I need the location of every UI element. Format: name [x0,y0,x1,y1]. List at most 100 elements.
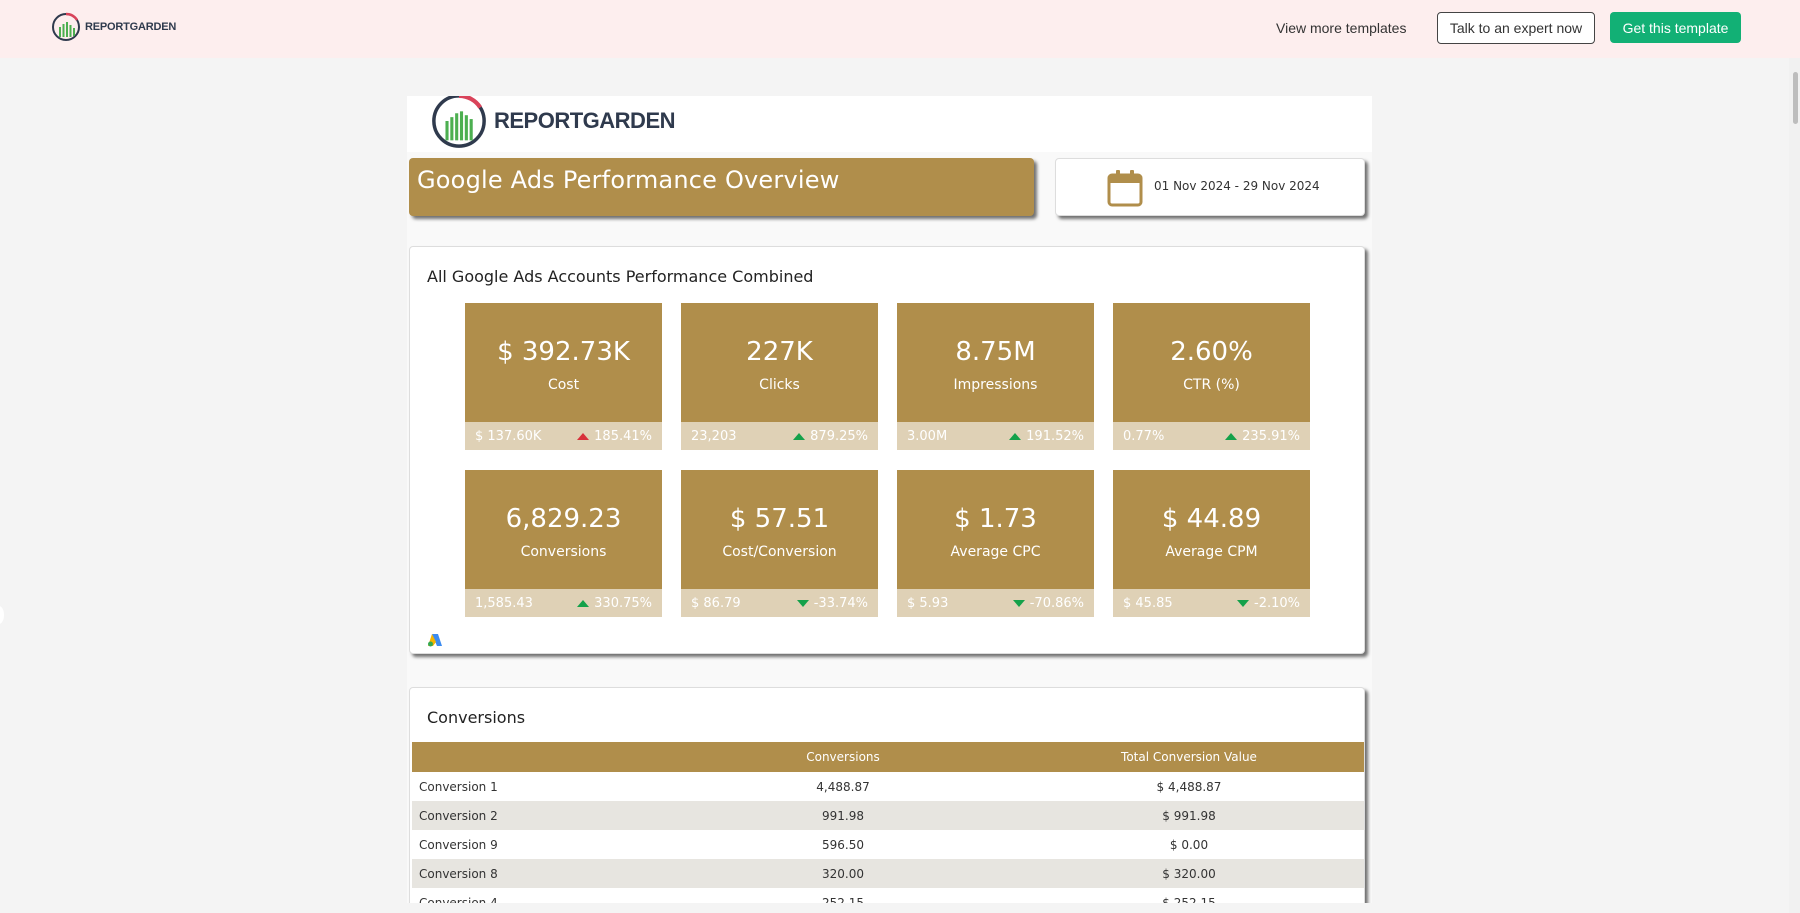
reportgarden-logo-icon [432,96,486,148]
report-title-box: Google Ads Performance Overview [409,158,1034,216]
report-canvas: REPORTGARDEN Google Ads Performance Over… [407,96,1372,903]
table-row: Conversion 4 252.15 $ 252.15 [412,888,1364,904]
report-title: Google Ads Performance Overview [417,166,840,194]
kpi-previous-value: $ 5.93 [907,596,949,611]
kpi-tile: $ 57.51 Cost/Conversion $ 86.79 -33.74% [681,470,878,617]
kpi-comparison: 23,203 879.25% [681,422,878,450]
conversions-card: Conversions Conversions Total Conversion… [409,687,1365,903]
talk-to-expert-button[interactable]: Talk to an expert now [1437,12,1595,44]
kpi-change: 330.75% [577,596,652,611]
column-header[interactable]: Total Conversion Value [1014,742,1364,772]
calendar-icon [1107,170,1143,207]
kpi-value: $ 1.73 [954,504,1037,534]
kpi-label: Conversions [520,544,607,560]
conversion-value-cell: $ 252.15 [1162,895,1216,904]
kpi-comparison: $ 45.85 -2.10% [1113,589,1310,617]
kpi-change: -33.74% [796,596,868,611]
conversions-cell: 252.15 [822,895,864,904]
kpi-previous-value: $ 45.85 [1123,596,1173,611]
kpi-value: $ 57.51 [729,504,830,534]
table-row: Conversion 9 596.50 $ 0.00 [412,830,1364,859]
table-row: Conversion 8 320.00 $ 320.00 [412,859,1364,888]
kpi-previous-value: $ 137.60K [475,429,542,444]
kpi-comparison: $ 137.60K 185.41% [465,422,662,450]
column-header[interactable]: Conversions [672,742,1014,772]
kpi-label: Impressions [953,377,1038,393]
kpi-previous-value: 23,203 [691,429,737,444]
kpi-label: CTR (%) [1183,377,1240,393]
kpi-main: 2.60% CTR (%) [1113,303,1310,422]
view-more-templates-link[interactable]: View more templates [1276,18,1406,38]
kpi-change-value: -70.86% [1029,596,1084,611]
kpi-change-value: 191.52% [1026,429,1084,444]
get-template-button[interactable]: Get this template [1610,12,1741,43]
kpi-change-value: 330.75% [594,596,652,611]
kpi-value: $ 392.73K [497,337,630,367]
conversion-value-cell: $ 991.98 [1014,801,1364,830]
kpi-change-value: 235.91% [1242,429,1300,444]
conversions-table: Conversions Total Conversion Value Conve… [412,742,1364,903]
kpi-change-value: -2.10% [1254,596,1300,611]
kpi-comparison: $ 86.79 -33.74% [681,589,878,617]
summary-card-title: All Google Ads Accounts Performance Comb… [427,267,814,286]
conversion-value-cell: $ 4,488.87 [1156,779,1222,794]
trend-arrow-icon [577,433,590,440]
kpi-value: 2.60% [1170,337,1253,367]
kpi-previous-value: 0.77% [1123,429,1165,444]
kpi-label: Average CPC [950,544,1041,560]
kpi-comparison: $ 5.93 -70.86% [897,589,1094,617]
trend-arrow-icon [1012,600,1025,607]
kpi-change: 185.41% [577,429,652,444]
kpi-tile: 6,829.23 Conversions 1,585.43 330.75% [465,470,662,617]
kpi-change: 879.25% [793,429,868,444]
kpi-change-value: 879.25% [810,429,868,444]
kpi-previous-value: $ 86.79 [691,596,741,611]
conversions-cell: 320.00 [672,859,1014,888]
brand-name: REPORTGARDEN [494,108,676,133]
conversion-name-cell: Conversion 2 [412,801,672,830]
trend-arrow-icon [793,433,806,440]
kpi-value: 6,829.23 [505,504,622,534]
trend-arrow-icon [1225,433,1238,440]
trend-arrow-icon [1237,600,1249,607]
edge-handle [0,606,4,624]
top-logo[interactable]: REPORTGARDEN [51,12,176,42]
column-header[interactable] [412,742,672,772]
kpi-tile: $ 44.89 Average CPM $ 45.85 -2.10% [1113,470,1310,617]
kpi-value: 8.75M [955,337,1036,367]
kpi-tile: 2.60% CTR (%) 0.77% 235.91% [1113,303,1310,450]
table-header-row: Conversions Total Conversion Value [412,742,1364,772]
scrollbar-track[interactable] [1789,58,1800,913]
date-range: 01 Nov 2024 - 29 Nov 2024 [1154,179,1320,193]
conversion-name-cell: Conversion 8 [412,859,672,888]
conversions-card-title: Conversions [427,708,526,727]
kpi-main: $ 392.73K Cost [465,303,662,422]
kpi-change: 235.91% [1225,429,1300,444]
kpi-comparison: 0.77% 235.91% [1113,422,1310,450]
kpi-label: Cost [547,377,580,393]
google-ads-icon [428,634,442,647]
kpi-change: 191.52% [1009,429,1084,444]
date-range-box[interactable]: 01 Nov 2024 - 29 Nov 2024 [1055,158,1365,216]
scrollbar-thumb[interactable] [1793,72,1798,124]
kpi-tile: 8.75M Impressions 3.00M 191.52% [897,303,1094,450]
kpi-change: -70.86% [1012,596,1084,611]
conversions-cell: 596.50 [822,837,864,852]
conversion-value-cell: $ 320.00 [1014,859,1364,888]
kpi-tile: 227K Clicks 23,203 879.25% [681,303,878,450]
trend-arrow-icon [577,600,590,607]
kpi-previous-value: 1,585.43 [475,596,533,611]
conversion-name-cell: Conversion 9 [419,837,498,852]
summary-card: All Google Ads Accounts Performance Comb… [409,246,1365,654]
trend-arrow-icon [1009,433,1022,440]
kpi-main: $ 57.51 Cost/Conversion [681,470,878,589]
reportgarden-logo-icon [52,12,80,41]
kpi-main: $ 44.89 Average CPM [1113,470,1310,589]
brand-name: REPORTGARDEN [85,21,177,33]
kpi-main: 227K Clicks [681,303,878,422]
kpi-comparison: 1,585.43 330.75% [465,589,662,617]
kpi-label: Cost/Conversion [722,544,837,560]
kpi-previous-value: 3.00M [907,429,948,444]
table-row: Conversion 1 4,488.87 $ 4,488.87 [412,772,1364,801]
kpi-label: Clicks [759,377,800,393]
